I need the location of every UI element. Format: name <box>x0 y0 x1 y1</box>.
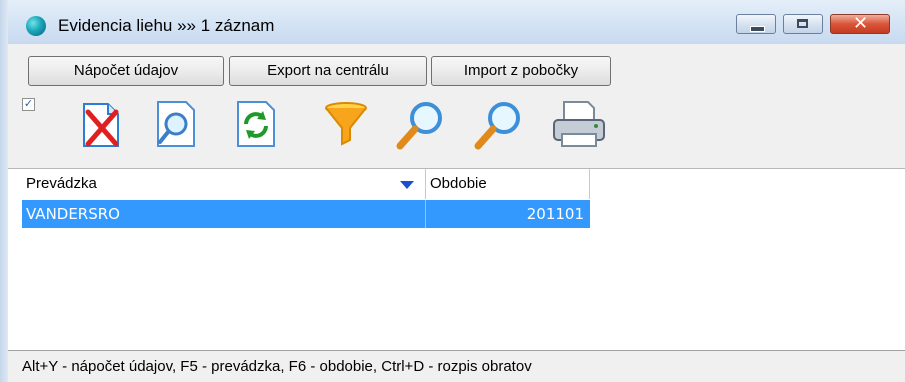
export-central-button[interactable]: Export na centrálu <box>229 56 427 86</box>
window-title: Evidencia liehu »» 1 záznam <box>58 16 275 35</box>
app-globe-icon <box>26 16 46 36</box>
column-header-prevadzka[interactable]: Prevádzka <box>22 169 426 199</box>
cell-obdobie[interactable]: 201101 <box>426 200 590 228</box>
title-bar[interactable]: Evidencia liehu »» 1 záznam ✕ <box>8 0 905 44</box>
select-checkbox[interactable]: ✓ <box>22 98 35 111</box>
search-next-icon[interactable] <box>472 98 524 150</box>
sort-desc-icon <box>400 181 414 189</box>
import-branch-button[interactable]: Import z pobočky <box>431 56 611 86</box>
minimize-button[interactable] <box>736 14 776 34</box>
column-header-label: Prevádzka <box>26 175 97 192</box>
preview-icon[interactable] <box>150 98 202 150</box>
close-button[interactable]: ✕ <box>830 13 890 34</box>
column-header-label: Obdobie <box>430 175 487 192</box>
records-grid: Prevádzka Obdobie VANDERSRO 201101 <box>8 168 905 350</box>
search-icon[interactable] <box>394 98 446 150</box>
status-bar: Alt+Y - nápočet údajov, F5 - prevádzka, … <box>8 350 905 382</box>
minimize-icon <box>750 26 765 32</box>
app-window: Evidencia liehu »» 1 záznam ✕ Nápočet úd… <box>0 0 905 382</box>
table-row[interactable]: VANDERSRO 201101 <box>22 200 590 228</box>
column-header-obdobie[interactable]: Obdobie <box>426 169 590 199</box>
print-icon[interactable] <box>550 98 605 150</box>
refresh-icon[interactable] <box>230 98 282 150</box>
maximize-button[interactable] <box>783 14 823 34</box>
delete-icon[interactable] <box>74 98 126 150</box>
compute-data-button[interactable]: Nápočet údajov <box>28 56 224 86</box>
maximize-icon <box>797 19 808 28</box>
cell-prevadzka[interactable]: VANDERSRO <box>22 200 426 228</box>
window-left-border <box>0 0 8 382</box>
grid-header: Prevádzka Obdobie <box>22 169 590 199</box>
close-icon: ✕ <box>853 13 869 34</box>
filter-icon[interactable] <box>320 98 372 150</box>
status-hint-text: Alt+Y - nápočet údajov, F5 - prevádzka, … <box>22 358 532 375</box>
